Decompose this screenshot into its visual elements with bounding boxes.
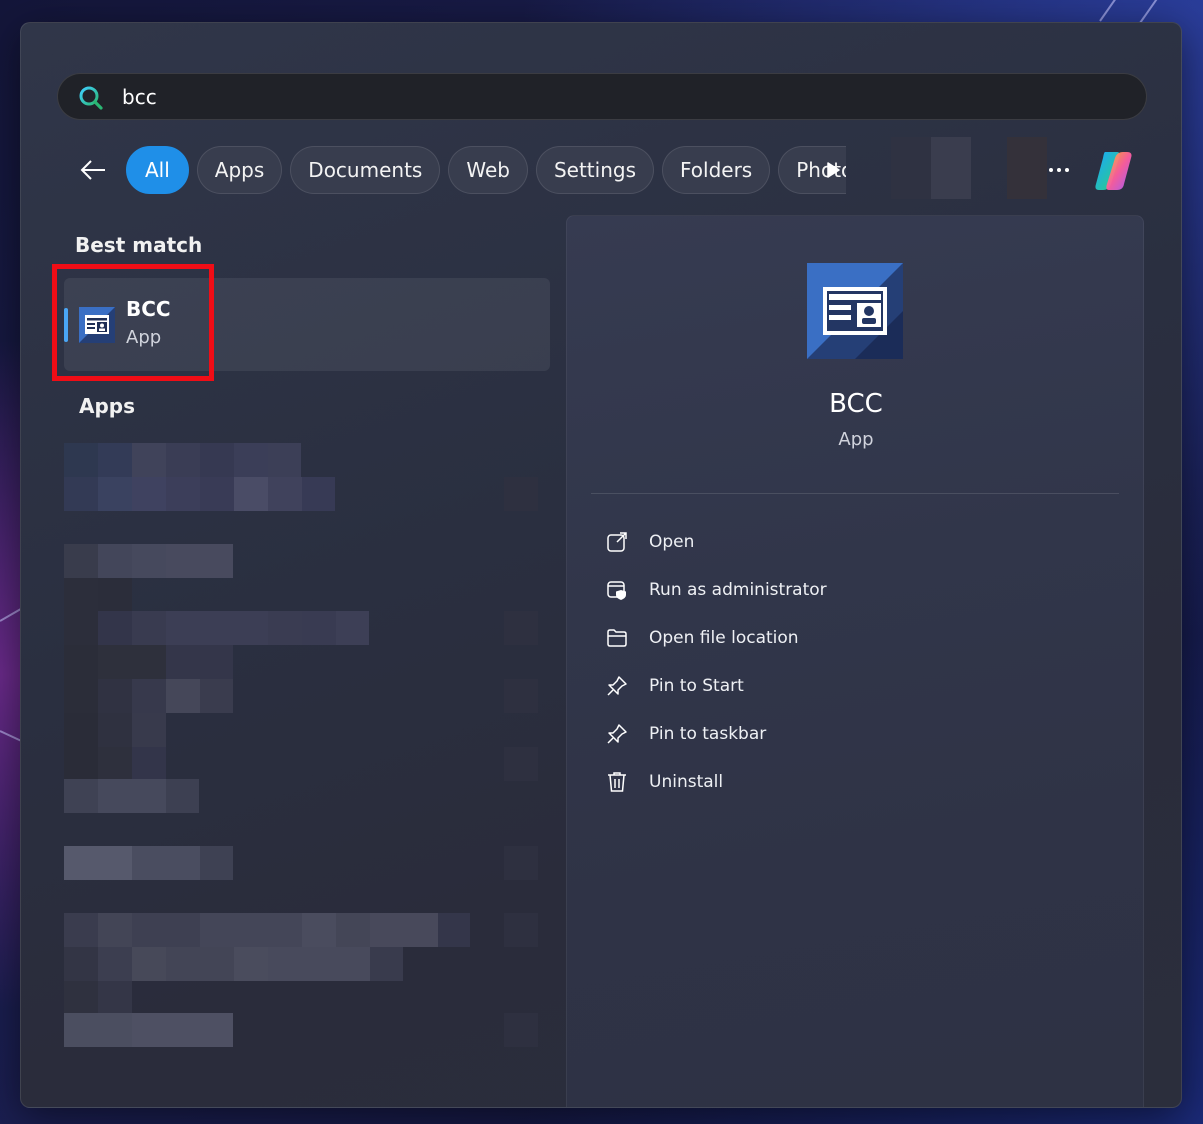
best-match-heading: Best match [75, 233, 203, 257]
pin-to-taskbar-action[interactable]: Pin to taskbar [605, 710, 1105, 758]
search-input[interactable] [122, 74, 1122, 119]
filter-chip-web[interactable]: Web [448, 146, 528, 194]
filter-chip-settings[interactable]: Settings [535, 146, 654, 194]
run-as-admin-action[interactable]: Run as administrator [605, 566, 1105, 614]
detail-app-type: App [838, 429, 874, 450]
wallpaper-streak [0, 730, 23, 743]
action-list: Open Run as administrator Open file loca… [605, 518, 1105, 806]
detail-app-name: BCC [829, 389, 883, 419]
app-id-card-icon [807, 263, 903, 359]
trash-icon [608, 772, 626, 792]
blurred-app-result[interactable] [64, 443, 539, 511]
filter-chip-folders[interactable]: Folders [661, 146, 771, 194]
search-icon [79, 86, 103, 110]
play-icon [827, 162, 840, 178]
start-search-panel: All Apps Documents Web Settings Folders … [20, 22, 1182, 1108]
filter-bar: All Apps Documents Web Settings Folders … [75, 137, 1145, 199]
more-icon [1049, 168, 1069, 172]
blurred-tile [931, 137, 971, 199]
open-action[interactable]: Open [605, 518, 1105, 566]
pin-icon [607, 724, 627, 744]
blurred-app-result[interactable] [64, 913, 539, 1047]
wallpaper-streak [0, 608, 22, 622]
wallpaper-streak [1139, 0, 1164, 24]
filter-chips: All Apps Documents Web Settings Folders … [126, 146, 846, 194]
uninstall-action[interactable]: Uninstall [605, 758, 1105, 806]
filter-chip-documents[interactable]: Documents [290, 146, 441, 194]
scroll-filters-button[interactable] [820, 157, 846, 183]
filter-chip-apps[interactable]: Apps [196, 146, 283, 194]
details-pane: BCC App Open Run as administrator Open f… [566, 215, 1144, 1107]
pin-icon [607, 676, 627, 696]
blurred-tile [891, 137, 931, 199]
folder-icon [607, 629, 627, 647]
blurred-app-result[interactable] [64, 544, 539, 612]
pin-to-start-action[interactable]: Pin to Start [605, 662, 1105, 710]
copilot-icon[interactable] [1091, 148, 1137, 194]
pin-to-taskbar-label: Pin to taskbar [649, 724, 767, 744]
back-button[interactable] [75, 154, 111, 186]
wallpaper-streak [1099, 0, 1136, 22]
blurred-app-result[interactable] [64, 846, 539, 880]
open-file-location-action[interactable]: Open file location [605, 614, 1105, 662]
run-as-admin-label: Run as administrator [649, 580, 827, 600]
divider [591, 493, 1119, 494]
open-external-icon [607, 532, 627, 552]
annotation-highlight-box [52, 264, 214, 381]
uninstall-label: Uninstall [649, 772, 724, 792]
back-arrow-icon [80, 160, 105, 180]
search-box[interactable] [57, 73, 1147, 120]
open-file-location-label: Open file location [649, 628, 799, 648]
apps-heading: Apps [79, 394, 136, 418]
filter-chip-all[interactable]: All [126, 146, 189, 194]
shield-run-icon [607, 581, 626, 600]
more-options-button[interactable] [1041, 154, 1077, 186]
pin-to-start-label: Pin to Start [649, 676, 744, 696]
open-label: Open [649, 532, 695, 552]
blurred-app-result[interactable] [64, 611, 539, 813]
